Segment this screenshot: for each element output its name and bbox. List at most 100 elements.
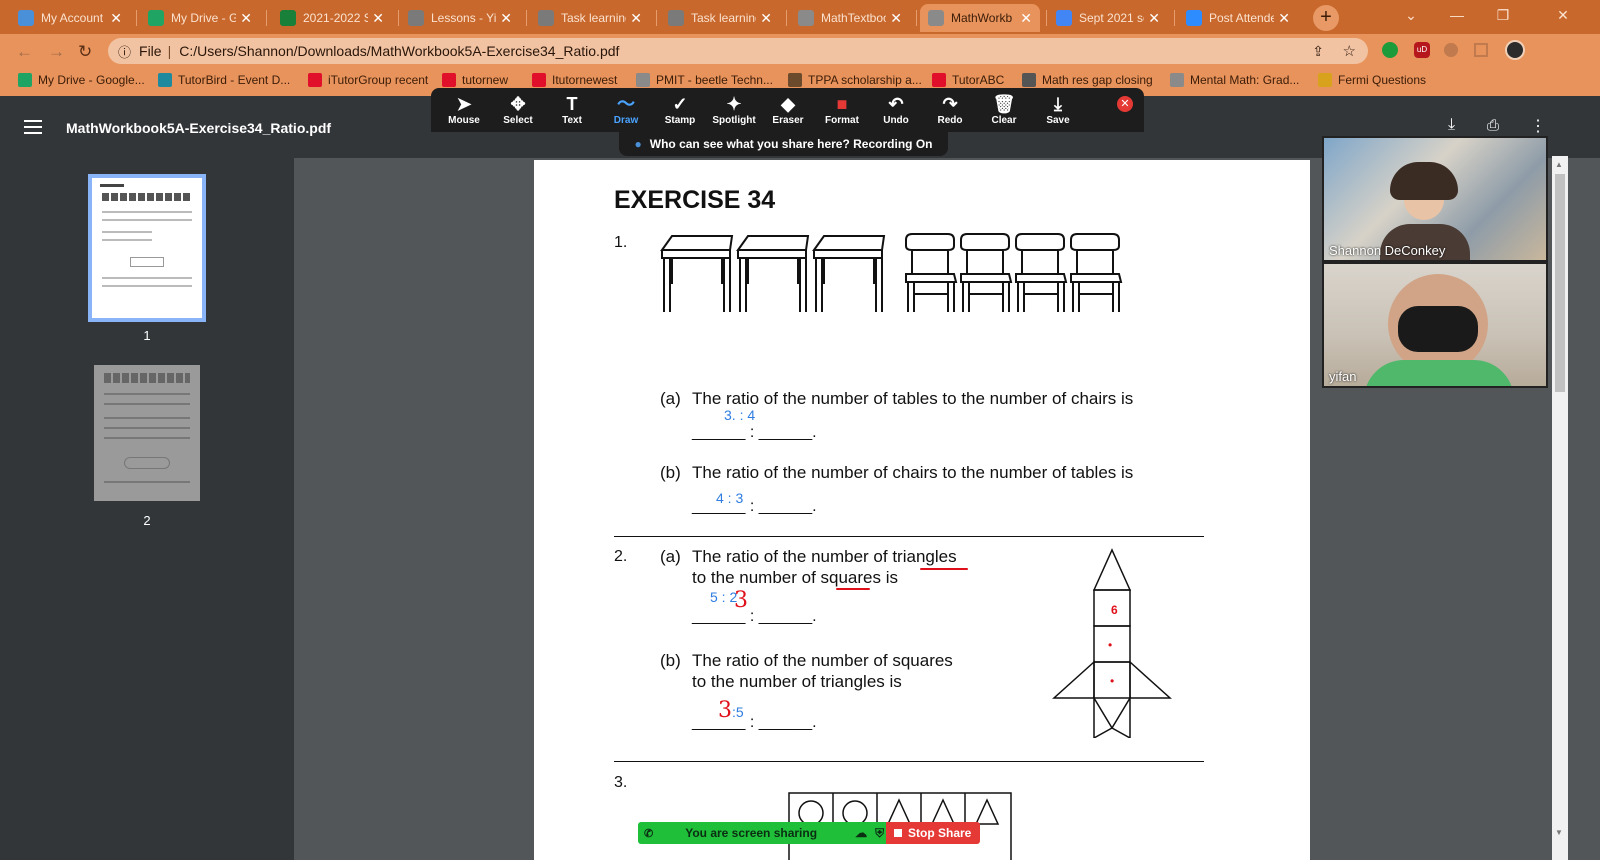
tab-title: Task learning	[691, 11, 757, 25]
back-icon[interactable]: ←	[16, 42, 33, 62]
browser-tab[interactable]: MathWorkb ✕	[920, 4, 1040, 32]
extension-icon[interactable]	[1382, 42, 1398, 58]
close-tab-icon[interactable]: ✕	[1148, 10, 1160, 27]
close-tab-icon[interactable]: ✕	[1278, 10, 1290, 27]
bookmark-item[interactable]: tutornew	[442, 73, 508, 87]
more-options-icon[interactable]: ⋮	[1530, 116, 1546, 136]
browser-tab[interactable]: Lessons - Yif ✕	[400, 4, 520, 32]
browser-tab[interactable]: Sept 2021 sc ✕	[1048, 4, 1168, 32]
tool-label: Spotlight	[712, 115, 756, 126]
tool-undo[interactable]: ↶ Undo	[869, 88, 923, 132]
close-tab-icon[interactable]: ✕	[760, 10, 772, 27]
close-tab-icon[interactable]: ✕	[240, 10, 252, 27]
tool-clear[interactable]: 🗑 Clear	[977, 88, 1031, 132]
bookmark-item[interactable]: TutorBird - Event D...	[158, 73, 290, 87]
table-drawing	[660, 235, 734, 312]
red-underline	[836, 588, 870, 590]
tool-label: Redo	[937, 115, 963, 126]
scrollbar[interactable]: ▲ ▼	[1552, 156, 1568, 860]
bookmark-label: TutorBird - Event D...	[178, 73, 291, 87]
page-thumbnail-2[interactable]	[94, 365, 200, 501]
bookmark-item[interactable]: Math res gap closing	[1022, 73, 1153, 87]
bookmark-item[interactable]: My Drive - Google...	[18, 73, 145, 87]
close-tab-icon[interactable]: ✕	[630, 10, 642, 27]
browser-tab[interactable]: My Account ✕	[10, 4, 130, 32]
tool-select[interactable]: ✥ Select	[491, 88, 545, 132]
close-window-button[interactable]: ✕	[1526, 0, 1600, 32]
bookmark-favicon-icon	[442, 73, 456, 87]
tab-separator	[526, 10, 527, 26]
browser-tab[interactable]: MathTextboo ✕	[790, 4, 910, 32]
bookmark-item[interactable]: TPPA scholarship a...	[788, 73, 922, 87]
extensions-puzzle-icon[interactable]	[1474, 43, 1488, 57]
minimize-button[interactable]: —	[1434, 0, 1480, 32]
bookmark-item[interactable]: iTutorGroup recent	[308, 73, 428, 87]
browser-tab[interactable]: Post Attende ✕	[1178, 4, 1298, 32]
tab-separator	[656, 10, 657, 26]
ublock-icon[interactable]: uD	[1414, 42, 1430, 58]
reload-icon[interactable]: ↻	[78, 42, 92, 62]
extension-icon[interactable]	[1444, 43, 1458, 57]
forward-icon[interactable]: →	[48, 42, 65, 62]
browser-tab[interactable]: Task learning ✕	[530, 4, 650, 32]
tool-redo[interactable]: ↷ Redo	[923, 88, 977, 132]
tool-mouse[interactable]: ➤ Mouse	[437, 88, 491, 132]
browser-tab[interactable]: Task learning ✕	[660, 4, 780, 32]
info-icon[interactable]: ⓘ	[118, 42, 131, 61]
globe-icon	[928, 10, 944, 26]
bookmark-star-icon[interactable]: ☆	[1343, 42, 1356, 60]
bookmark-item[interactable]: Mental Math: Grad...	[1170, 73, 1299, 87]
print-icon[interactable]: ⎙	[1487, 117, 1499, 134]
eraser-icon: ◆	[781, 94, 795, 114]
menu-icon[interactable]	[24, 120, 42, 134]
address-bar[interactable]: ⓘ File | C:/Users/Shannon/Downloads/Math…	[108, 38, 1368, 64]
download-icon[interactable]: ⤓	[1448, 116, 1455, 134]
close-tab-icon[interactable]: ✕	[500, 10, 512, 27]
text-icon: T	[566, 94, 578, 114]
tool-label: Clear	[991, 115, 1017, 126]
drive-icon	[148, 10, 164, 26]
recording-notice[interactable]: ● Who can see what you share here? Recor…	[619, 132, 948, 156]
tab-separator	[916, 10, 917, 26]
bookmark-label: PMIT - beetle Techn...	[656, 73, 773, 87]
tool-draw[interactable]: 〜 Draw	[599, 88, 653, 132]
rocket-mark: 6	[1111, 603, 1118, 617]
rocket-mark: •	[1110, 674, 1115, 688]
video-tile[interactable]: Shannon DeConkey	[1322, 136, 1548, 262]
tool-text[interactable]: T Text	[545, 88, 599, 132]
share-icon[interactable]: ⇪	[1312, 43, 1324, 60]
profile-avatar[interactable]	[1505, 40, 1525, 60]
bookmark-item[interactable]: Itutornewest	[532, 73, 617, 87]
bookmark-item[interactable]: Fermi Questions	[1318, 73, 1426, 87]
tool-eraser[interactable]: ◆ Eraser	[761, 88, 815, 132]
tab-title: Lessons - Yif	[431, 11, 497, 25]
tool-label: Mouse	[448, 115, 480, 126]
close-tab-icon[interactable]: ✕	[890, 10, 902, 27]
tool-spotlight[interactable]: ✦ Spotlight	[707, 88, 761, 132]
chair-drawing	[905, 233, 958, 312]
lessons-icon	[408, 10, 424, 26]
video-tile[interactable]: yifan	[1322, 262, 1548, 388]
tab-title: My Account	[41, 11, 104, 25]
close-tab-icon[interactable]: ✕	[1020, 10, 1032, 27]
stop-share-button[interactable]: Stop Share	[886, 822, 980, 844]
bookmark-item[interactable]: TutorABC	[932, 73, 1004, 87]
page-thumbnail-1[interactable]	[88, 174, 206, 322]
tool-save[interactable]: ⤓ Save	[1031, 88, 1085, 132]
scrollbar-thumb[interactable]	[1555, 174, 1565, 392]
handwritten-answer: 3. : 4	[724, 407, 756, 423]
close-tab-icon[interactable]: ✕	[372, 10, 384, 27]
divider	[614, 761, 1204, 762]
restore-button[interactable]: ❐	[1480, 0, 1526, 32]
bookmark-item[interactable]: PMIT - beetle Techn...	[636, 73, 773, 87]
browser-tab[interactable]: 2021-2022 S ✕	[272, 4, 392, 32]
browser-tab[interactable]: My Drive - G ✕	[140, 4, 260, 32]
tab-title: Post Attende	[1209, 11, 1275, 25]
page-number-1: 1	[143, 328, 151, 343]
close-annotation-icon[interactable]: ✕	[1117, 96, 1133, 112]
tool-stamp[interactable]: ✓ Stamp	[653, 88, 707, 132]
close-tab-icon[interactable]: ✕	[110, 10, 122, 27]
new-tab-button[interactable]: +	[1313, 5, 1339, 31]
tab-search-button[interactable]: ⌄	[1388, 0, 1434, 32]
tool-format[interactable]: ■ Format	[815, 88, 869, 132]
